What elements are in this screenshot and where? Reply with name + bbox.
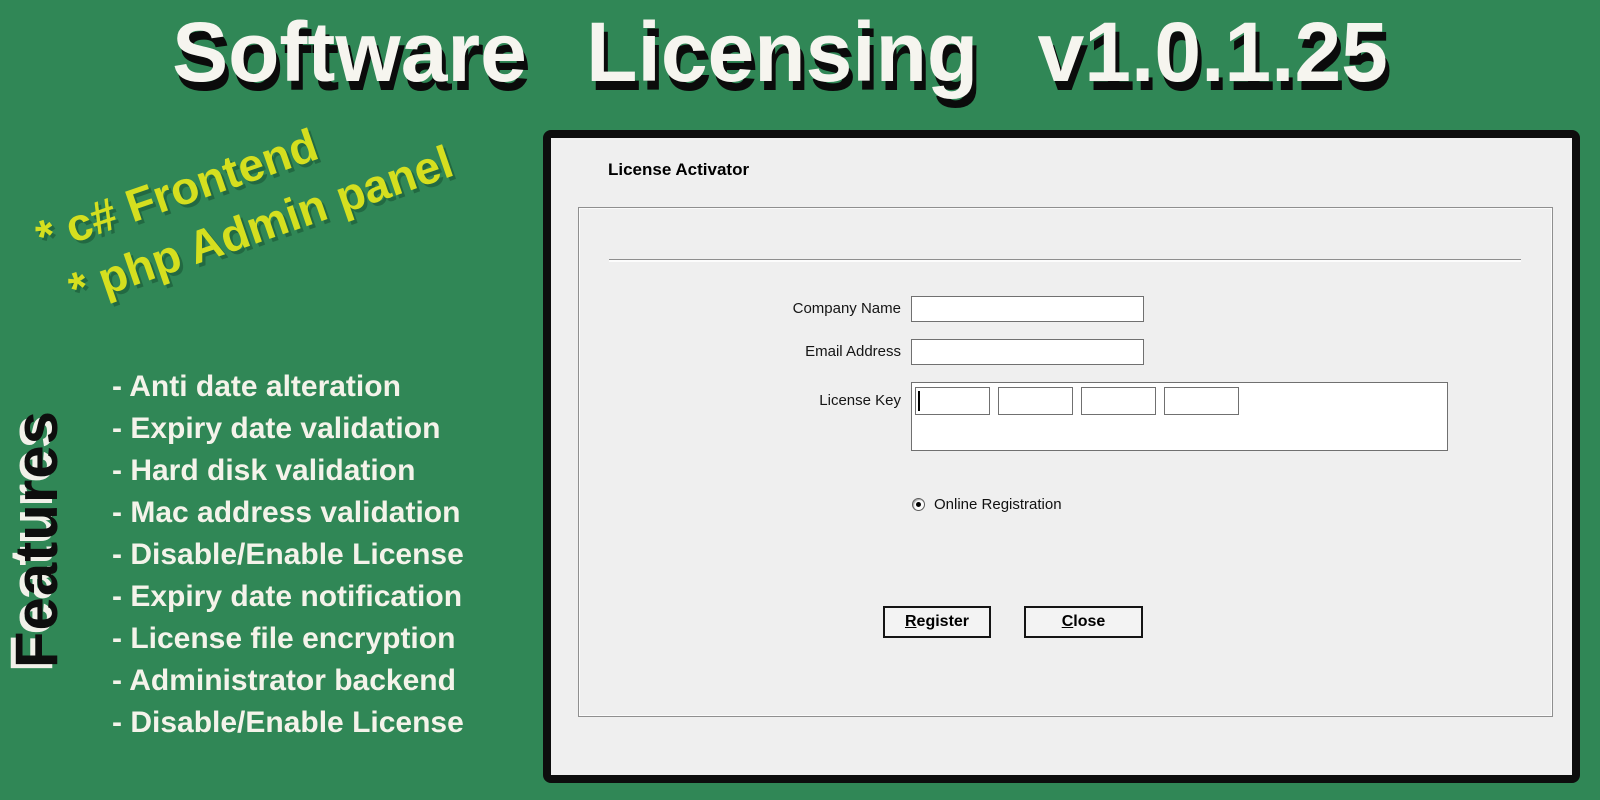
feature-item: - Expiry date validation: [112, 408, 464, 450]
activator-groupbox: Company Name Email Address License Key O…: [578, 207, 1553, 717]
feature-item: - Expiry date notification: [112, 576, 464, 618]
online-registration-radio[interactable]: Online Registration: [912, 496, 1062, 513]
header-separator: [609, 259, 1521, 262]
feature-item: - License file encryption: [112, 618, 464, 660]
license-activator-dialog: License Activator Company Name Email Add…: [543, 130, 1580, 783]
register-button-label: Register: [905, 613, 969, 631]
feature-item: - Anti date alteration: [112, 366, 464, 408]
license-key-segment-1[interactable]: [915, 387, 990, 415]
license-key-box[interactable]: [911, 382, 1448, 451]
license-key-segment-4[interactable]: [1164, 387, 1239, 415]
radio-circle-icon: [912, 498, 925, 511]
feature-list: - Anti date alteration - Expiry date val…: [112, 366, 464, 744]
email-address-label: Email Address: [639, 343, 901, 360]
feature-item: - Administrator backend: [112, 660, 464, 702]
feature-item: - Disable/Enable License: [112, 702, 464, 744]
license-key-segment-2[interactable]: [998, 387, 1073, 415]
feature-item: - Mac address validation: [112, 492, 464, 534]
license-key-segment-3[interactable]: [1081, 387, 1156, 415]
promo-banner: Software Licensing v1.0.1.25 * c# Fronte…: [0, 0, 1600, 800]
email-address-input[interactable]: [911, 339, 1144, 365]
page-title: Software Licensing v1.0.1.25: [0, 4, 1560, 101]
feature-item: - Disable/Enable License: [112, 534, 464, 576]
dialog-title: License Activator: [608, 160, 749, 180]
online-registration-label: Online Registration: [934, 496, 1062, 513]
radio-dot-icon: [916, 502, 921, 507]
feature-item: - Hard disk validation: [112, 450, 464, 492]
company-name-label: Company Name: [639, 300, 901, 317]
features-heading: Features: [2, 410, 71, 668]
close-button-label: Close: [1062, 613, 1106, 631]
register-button[interactable]: Register: [883, 606, 991, 638]
close-button[interactable]: Close: [1024, 606, 1143, 638]
tech-tags: * c# Frontend * php Admin panel: [28, 75, 460, 324]
text-caret: [918, 391, 920, 411]
company-name-input[interactable]: [911, 296, 1144, 322]
license-key-label: License Key: [639, 392, 901, 409]
